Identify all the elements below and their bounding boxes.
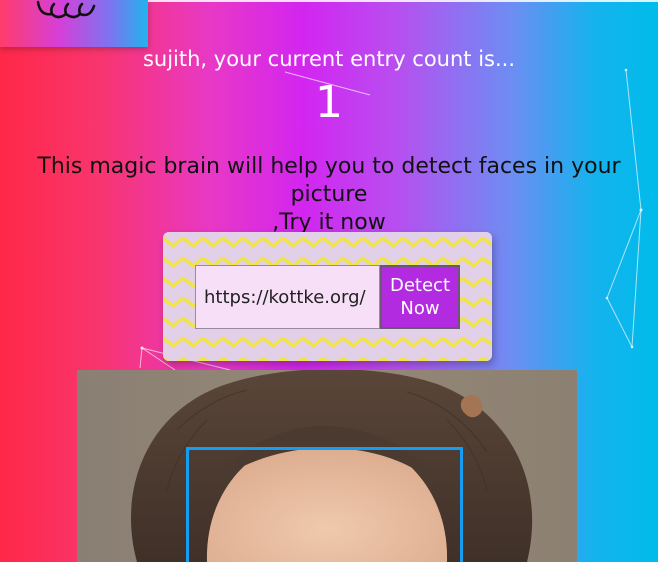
detect-now-button[interactable]: Detect Now (380, 265, 460, 329)
entry-count-label: sujith, your current entry count is... (142, 47, 516, 71)
image-url-input[interactable] (195, 265, 380, 329)
entry-count-value: 1 (315, 77, 343, 128)
logo-tile[interactable] (0, 0, 148, 47)
tagline: This magic brain will help you to detect… (0, 153, 658, 237)
face-image (77, 370, 577, 562)
tagline-line-1: This magic brain will help you to detect… (37, 154, 621, 207)
face-bounding-box (186, 447, 463, 562)
detect-button-line-1: Detect (389, 275, 451, 296)
brain-icon (36, 0, 96, 19)
detect-button-line-2: Now (400, 298, 440, 319)
image-url-form: Detect Now (163, 232, 492, 361)
